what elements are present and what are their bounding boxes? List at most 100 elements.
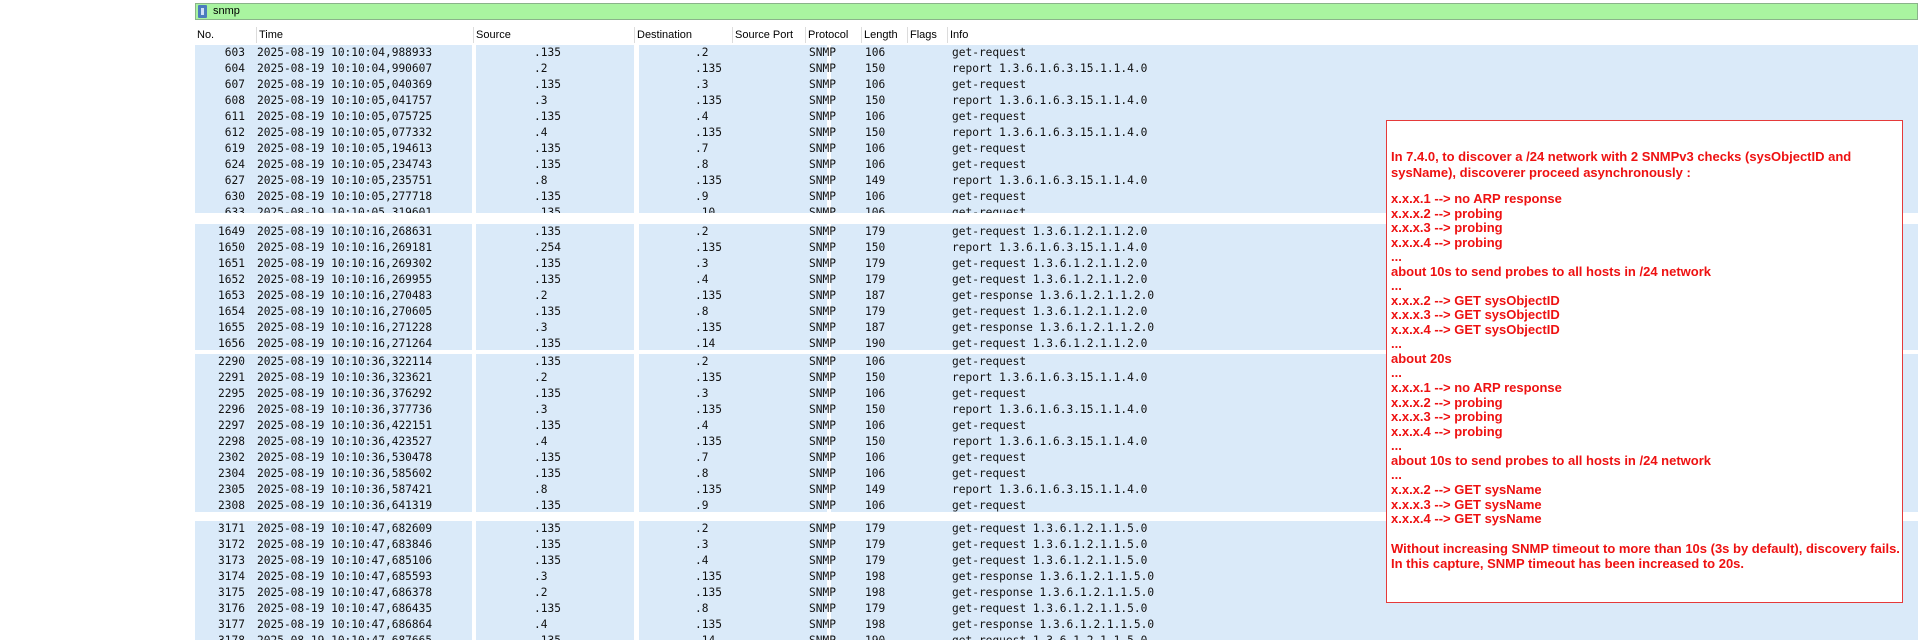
cell-time: 2025-08-19 10:10:36,423527 xyxy=(257,435,433,448)
cell-source: .135 xyxy=(534,257,561,270)
cell-no: 608 xyxy=(224,94,245,107)
cell-protocol: SNMP xyxy=(809,158,836,171)
cell-time: 2025-08-19 10:10:36,585602 xyxy=(257,467,433,480)
cell-length: 179 xyxy=(865,554,886,567)
cell-protocol: SNMP xyxy=(809,371,836,384)
cell-source: .135 xyxy=(534,419,561,432)
cell-length: 150 xyxy=(865,62,886,75)
cell-destination: .2 xyxy=(695,46,709,59)
packet-row[interactable]: 3176 2025-08-19 10:10:47,686435 .135 .8 SNMP… xyxy=(195,601,1918,617)
cell-length: 106 xyxy=(865,206,886,213)
packet-row[interactable]: 3178 2025-08-19 10:10:47,687665 .135 .14 SNM… xyxy=(195,633,1918,640)
cell-protocol: SNMP xyxy=(809,499,836,512)
cell-info: get-request xyxy=(952,46,1027,59)
cell-protocol: SNMP xyxy=(809,142,836,155)
cell-source: .135 xyxy=(534,538,561,551)
cell-info: get-request 1.3.6.1.2.1.1.2.0 xyxy=(952,257,1148,270)
cell-length: 106 xyxy=(865,78,886,91)
cell-no: 1651 xyxy=(218,257,245,270)
cell-length: 106 xyxy=(865,451,886,464)
cell-time: 2025-08-19 10:10:36,322114 xyxy=(257,355,433,368)
annotation-line: x.x.x.1 --> no ARP response xyxy=(1391,380,1562,395)
packet-row[interactable]: 3177 2025-08-19 10:10:47,686864 .4 .135 SNMP… xyxy=(195,617,1918,633)
cell-info: get-request xyxy=(952,467,1027,480)
cell-info: get-request xyxy=(952,499,1027,512)
cell-time: 2025-08-19 10:10:16,270483 xyxy=(257,289,433,302)
cell-destination: .9 xyxy=(695,190,709,203)
cell-no: 607 xyxy=(224,78,245,91)
cell-length: 179 xyxy=(865,602,886,615)
cell-source: .254 xyxy=(534,241,561,254)
cell-source: .2 xyxy=(534,289,548,302)
annotation-line: x.x.x.3 --> probing xyxy=(1391,409,1503,424)
cell-length: 198 xyxy=(865,570,886,583)
cell-time: 2025-08-19 10:10:16,269181 xyxy=(257,241,433,254)
column-header-source[interactable]: Source xyxy=(474,27,635,43)
cell-source: .4 xyxy=(534,126,548,139)
column-header-flags[interactable]: Flags xyxy=(908,27,948,43)
column-header-length[interactable]: Length xyxy=(862,27,908,43)
cell-no: 1649 xyxy=(218,225,245,238)
packet-row[interactable]: 604 2025-08-19 10:10:04,990607 .2 .135 SNMP 1… xyxy=(195,61,1918,77)
cell-no: 624 xyxy=(224,158,245,171)
cell-no: 3171 xyxy=(218,522,245,535)
cell-no: 633 xyxy=(224,206,245,213)
cell-info: report 1.3.6.1.6.3.15.1.1.4.0 xyxy=(952,435,1148,448)
cell-length: 106 xyxy=(865,467,886,480)
cell-no: 3175 xyxy=(218,586,245,599)
column-header-protocol[interactable]: Protocol xyxy=(806,27,862,43)
display-filter-input[interactable]: snmp xyxy=(213,5,240,17)
cell-length: 106 xyxy=(865,419,886,432)
cell-info: get-request xyxy=(952,142,1027,155)
cell-info: report 1.3.6.1.6.3.15.1.1.4.0 xyxy=(952,403,1148,416)
cell-no: 619 xyxy=(224,142,245,155)
cell-destination: .135 xyxy=(695,403,722,416)
annotation-line: x.x.x.3 --> GET sysName xyxy=(1391,497,1542,512)
annotation-line: x.x.x.2 --> probing xyxy=(1391,395,1503,410)
column-header-no[interactable]: No. xyxy=(195,27,257,43)
cell-info: get-request 1.3.6.1.2.1.1.2.0 xyxy=(952,225,1148,238)
bookmark-icon[interactable] xyxy=(198,5,207,18)
cell-destination: .4 xyxy=(695,110,709,123)
cell-source: .135 xyxy=(534,158,561,171)
cell-time: 2025-08-19 10:10:05,077332 xyxy=(257,126,433,139)
cell-destination: .2 xyxy=(695,355,709,368)
cell-protocol: SNMP xyxy=(809,241,836,254)
packet-row[interactable]: 608 2025-08-19 10:10:05,041757 .3 .135 SNMP 1… xyxy=(195,93,1918,109)
cell-protocol: SNMP xyxy=(809,554,836,567)
column-header-info[interactable]: Info xyxy=(948,27,1918,43)
cell-length: 198 xyxy=(865,618,886,631)
cell-no: 2305 xyxy=(218,483,245,496)
cell-time: 2025-08-19 10:10:36,323621 xyxy=(257,371,433,384)
annotation-line: about 10s to send probes to all hosts in… xyxy=(1391,264,1712,279)
cell-source: .135 xyxy=(534,522,561,535)
annotation-line: ... xyxy=(1391,249,1402,264)
cell-destination: .3 xyxy=(695,538,709,551)
annotation-line: x.x.x.3 --> GET sysObjectID xyxy=(1391,307,1560,322)
display-filter-bar[interactable]: snmp xyxy=(195,3,1918,20)
cell-time: 2025-08-19 10:10:05,075725 xyxy=(257,110,433,123)
cell-destination: .8 xyxy=(695,467,709,480)
cell-destination: .135 xyxy=(695,371,722,384)
cell-time: 2025-08-19 10:10:16,269955 xyxy=(257,273,433,286)
column-header-destination[interactable]: Destination xyxy=(635,27,733,43)
cell-protocol: SNMP xyxy=(809,538,836,551)
cell-length: 149 xyxy=(865,483,886,496)
cell-protocol: SNMP xyxy=(809,110,836,123)
cell-info: get-request xyxy=(952,110,1027,123)
cell-source: .3 xyxy=(534,321,548,334)
cell-destination: .4 xyxy=(695,273,709,286)
cell-no: 1655 xyxy=(218,321,245,334)
cell-destination: .2 xyxy=(695,522,709,535)
packet-row[interactable]: 603 2025-08-19 10:10:04,988933 .135 .2 SNMP 1… xyxy=(195,45,1918,61)
cell-time: 2025-08-19 10:10:05,235751 xyxy=(257,174,433,187)
cell-protocol: SNMP xyxy=(809,257,836,270)
cell-info: get-request xyxy=(952,451,1027,464)
column-header-source-port[interactable]: Source Port xyxy=(733,27,806,43)
cell-protocol: SNMP xyxy=(809,337,836,350)
packet-row[interactable]: 607 2025-08-19 10:10:05,040369 .135 .3 SNMP 1… xyxy=(195,77,1918,93)
column-header-time[interactable]: Time xyxy=(257,27,474,43)
cell-destination: .9 xyxy=(695,499,709,512)
cell-protocol: SNMP xyxy=(809,126,836,139)
cell-no: 1656 xyxy=(218,337,245,350)
